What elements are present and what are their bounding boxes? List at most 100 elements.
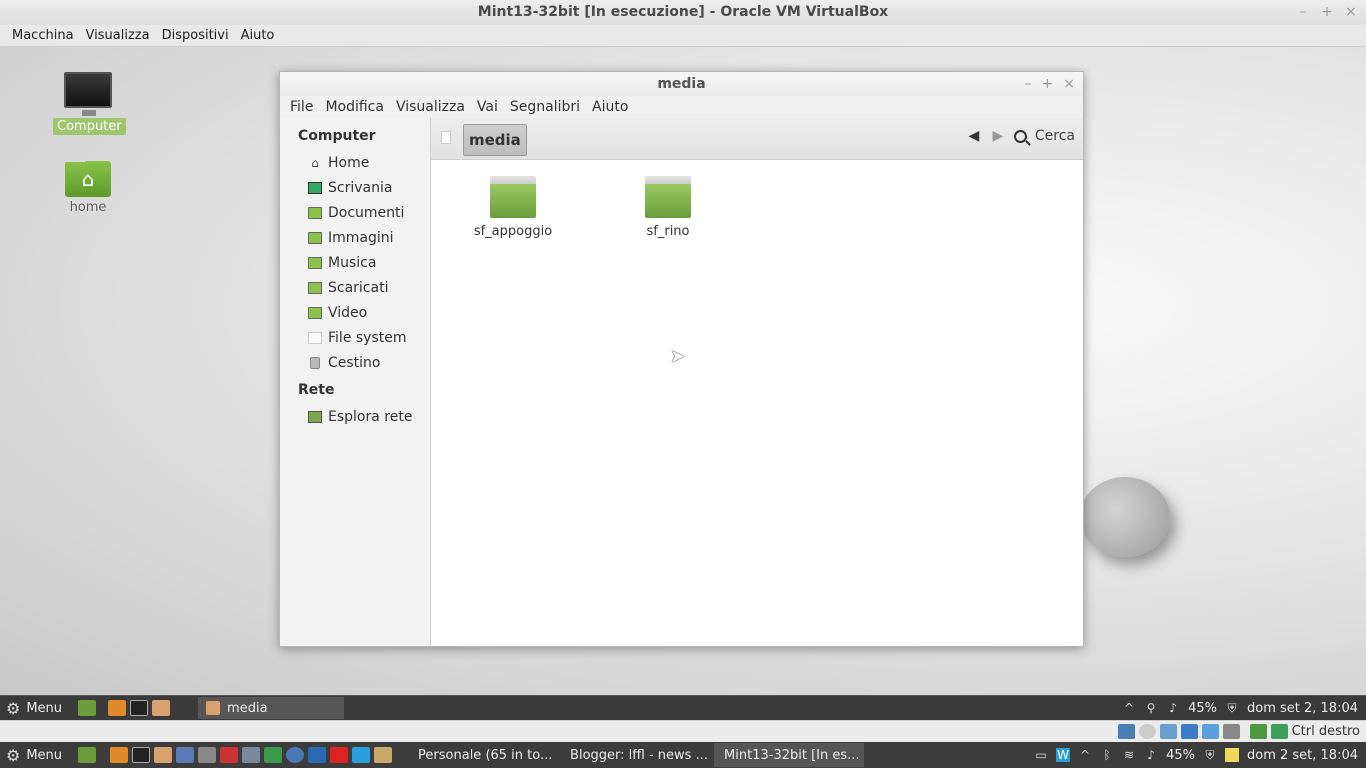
menu-go[interactable]: Vai	[471, 99, 504, 115]
maximize-icon[interactable]: +	[1042, 72, 1054, 96]
opera-icon[interactable]	[330, 747, 349, 763]
minimize-icon[interactable]: –	[1296, 0, 1310, 25]
network-manager-icon[interactable]	[242, 747, 261, 763]
sidebar: Computer ⌂ Home Scrivania Documenti Imma…	[280, 118, 431, 646]
menu-help[interactable]: Aiuto	[586, 99, 634, 115]
sidebar-item-downloads[interactable]: Scaricati	[280, 275, 430, 300]
mouse-integration-icon[interactable]	[1249, 724, 1267, 739]
menu-edit[interactable]: Modifica	[319, 99, 390, 115]
host-menu-button[interactable]: ⚙ Menu	[0, 746, 68, 765]
sidebar-item-desktop[interactable]: Scrivania	[280, 175, 430, 200]
sidebar-item-trash[interactable]: Cestino	[280, 350, 430, 375]
folder-item[interactable]: sf_rino	[618, 176, 718, 239]
pictures-folder-icon	[308, 231, 322, 244]
desktop-icon-computer[interactable]: Computer	[53, 72, 126, 135]
menu-bookmarks[interactable]: Segnalibri	[504, 99, 586, 115]
files-icon[interactable]	[154, 747, 173, 763]
battery-percent[interactable]: 45%	[1188, 701, 1217, 716]
usb-icon[interactable]	[1159, 724, 1177, 739]
fm-titlebar[interactable]: media – + ×	[280, 72, 1083, 96]
forward-arrow-icon[interactable]: ▶	[990, 128, 1006, 144]
menu-devices[interactable]: Dispositivi	[156, 28, 235, 43]
keyboard-capture-icon[interactable]	[1270, 724, 1288, 739]
terminal-icon[interactable]	[130, 700, 149, 716]
host-key-label: Ctrl destro	[1291, 724, 1360, 739]
sidebar-item-music[interactable]: Musica	[280, 250, 430, 275]
files-icon[interactable]	[152, 700, 171, 716]
video-capture-icon[interactable]	[1222, 724, 1240, 739]
back-arrow-icon[interactable]: ◀	[966, 128, 982, 144]
files-icon	[206, 701, 221, 715]
sidebar-item-browse-network[interactable]: Esplora rete	[280, 404, 430, 429]
shield-icon[interactable]: ⛨	[1203, 748, 1217, 762]
skype-icon[interactable]	[352, 747, 371, 763]
location-toolbar: media ◀ ▶ Cerca	[431, 118, 1083, 160]
firefox-icon[interactable]	[110, 747, 129, 763]
chevron-up-icon[interactable]: ^	[1122, 701, 1136, 715]
archive-icon[interactable]	[374, 747, 393, 763]
shield-icon[interactable]: ⛨	[1225, 701, 1239, 715]
shared-folders-icon[interactable]	[1201, 724, 1219, 739]
close-icon[interactable]: ×	[1344, 0, 1358, 25]
volume-icon[interactable]: ♪	[1144, 748, 1158, 762]
firefox-icon[interactable]	[108, 700, 127, 716]
location-toggle-icon[interactable]	[441, 131, 451, 144]
chevron-up-icon[interactable]: ^	[1078, 748, 1092, 762]
menu-help[interactable]: Aiuto	[235, 28, 281, 43]
guest-task-media[interactable]: media	[198, 697, 345, 719]
screenshot-icon[interactable]	[198, 747, 217, 763]
search-button[interactable]: Cerca	[1013, 128, 1075, 144]
guest-panel: ⚙ Menu media ^ ⚲ ♪ 45% ⛨ dom set 2, 18:0…	[0, 695, 1366, 720]
volume-icon[interactable]: ♪	[1166, 701, 1180, 715]
maximize-icon[interactable]: +	[1320, 0, 1334, 25]
show-desktop-icon[interactable]	[78, 700, 97, 716]
sidebar-item-filesystem[interactable]: File system	[280, 325, 430, 350]
sidebar-item-videos[interactable]: Video	[280, 300, 430, 325]
gear-app-icon[interactable]	[308, 747, 327, 763]
path-button-media[interactable]: media	[463, 124, 527, 156]
folder-icon	[490, 176, 536, 218]
host-task-virtualbox[interactable]: Mint13-32bit [In es...	[714, 743, 865, 767]
desktop-icon-home[interactable]: ⌂ home	[53, 156, 123, 216]
folder-item[interactable]: sf_appoggio	[463, 176, 563, 239]
clock[interactable]: dom set 2, 18:04	[1247, 701, 1358, 716]
music-folder-icon	[308, 256, 322, 269]
sidebar-item-pictures[interactable]: Immagini	[280, 225, 430, 250]
search-icon	[1013, 129, 1027, 143]
menu-view[interactable]: Visualizza	[390, 99, 471, 115]
downloads-folder-icon	[308, 281, 322, 294]
bluetooth-icon[interactable]: ᛒ	[1100, 748, 1114, 762]
wifi-icon[interactable]: ≋	[1122, 748, 1136, 762]
terminal-icon[interactable]	[132, 747, 151, 763]
edit-icon[interactable]	[264, 747, 283, 763]
browser-icon[interactable]	[286, 747, 305, 763]
mint-logo-icon	[1080, 477, 1170, 557]
menu-machina[interactable]: Macchina	[6, 28, 80, 43]
menu-file[interactable]: File	[284, 99, 319, 115]
optical-drive-icon[interactable]	[1138, 724, 1156, 739]
sidebar-item-documents[interactable]: Documenti	[280, 200, 430, 225]
battery-percent[interactable]: 45%	[1166, 748, 1195, 763]
clock[interactable]: dom 2 set, 18:04	[1247, 748, 1358, 763]
documents-folder-icon	[308, 206, 322, 219]
notes-icon[interactable]	[1224, 748, 1239, 762]
guest-menu-button[interactable]: ⚙ Menu	[0, 699, 68, 718]
close-icon[interactable]: ×	[1063, 72, 1075, 96]
network-icon[interactable]: ⚲	[1144, 701, 1158, 715]
task-label: Blogger: lffl - news ...	[570, 747, 708, 763]
vbox-tray-icon[interactable]: W	[1056, 748, 1071, 762]
menu-view[interactable]: Visualizza	[80, 28, 156, 43]
hard-disk-icon[interactable]	[1117, 724, 1135, 739]
host-task-blogger[interactable]: Blogger: lffl - news ...	[560, 743, 710, 767]
settings-icon[interactable]	[176, 747, 195, 763]
sidebar-heading-network: Rete	[298, 382, 335, 398]
menu-label: Menu	[26, 700, 63, 716]
host-task-thunderbird[interactable]: Personale (65 in to...	[408, 743, 556, 767]
filezilla-icon[interactable]	[220, 747, 239, 763]
sidebar-item-home[interactable]: ⌂ Home	[280, 150, 430, 175]
minimize-icon[interactable]: –	[1025, 72, 1032, 96]
show-desktop-icon[interactable]	[78, 747, 97, 763]
folder-view[interactable]: sf_appoggio sf_rino	[431, 160, 1083, 646]
network-adapter-icon[interactable]	[1180, 724, 1198, 739]
monitor-icon[interactable]: ▭	[1034, 748, 1048, 762]
